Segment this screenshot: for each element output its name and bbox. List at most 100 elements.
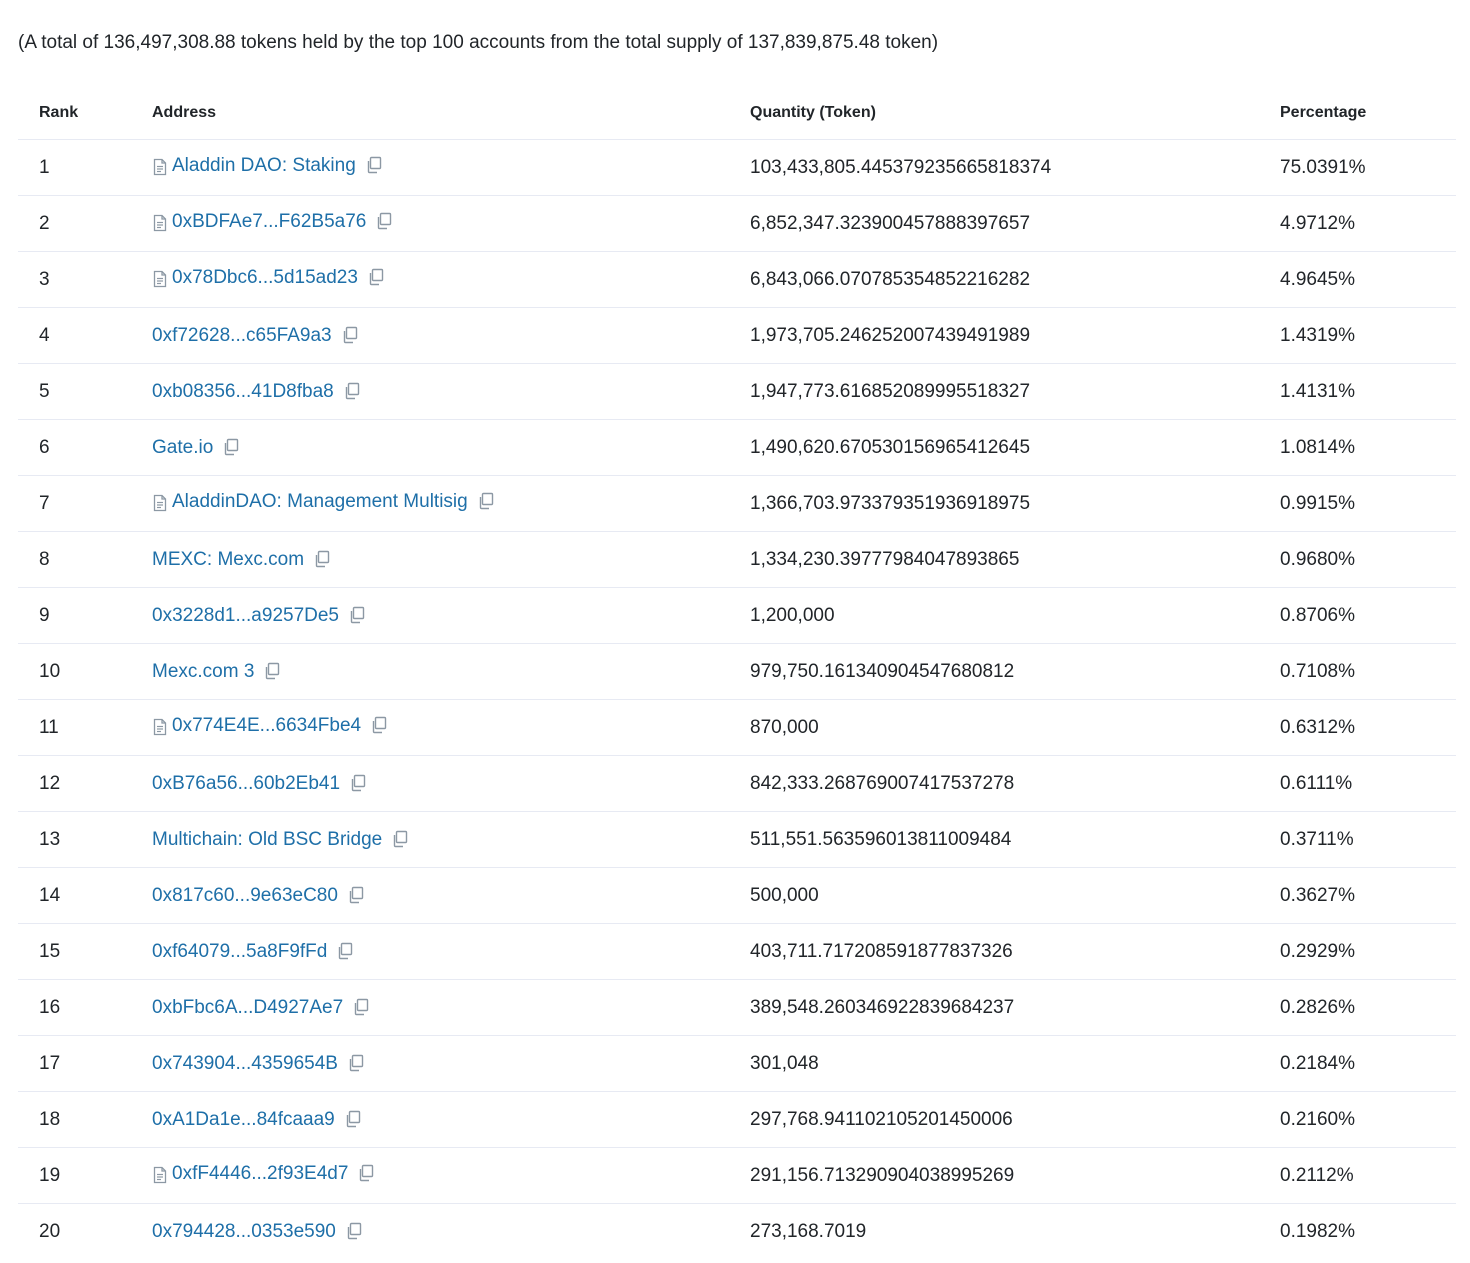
rank-cell: 17: [18, 1035, 152, 1092]
table-row: 13 Multichain: Old BSC Bridge 511,551.56…: [18, 811, 1456, 868]
copy-icon[interactable]: [347, 605, 367, 625]
address-link[interactable]: AladdinDAO: Management Multisig: [172, 491, 468, 513]
copy-icon[interactable]: [374, 211, 394, 231]
address-link[interactable]: 0xBDFAe7...F62B5a76: [172, 211, 366, 233]
address-link[interactable]: MEXC: Mexc.com: [152, 549, 304, 571]
percentage-header: Percentage: [1280, 86, 1456, 140]
address-link[interactable]: Aladdin DAO: Staking: [172, 155, 356, 177]
address-link[interactable]: 0x817c60...9e63eC80: [152, 885, 338, 907]
address-link[interactable]: Multichain: Old BSC Bridge: [152, 829, 382, 851]
address-cell: 0x3228d1...a9257De5: [152, 587, 750, 644]
copy-icon[interactable]: [346, 1053, 366, 1073]
quantity-cell: 297,768.941102105201450006: [750, 1091, 1280, 1148]
address-link[interactable]: 0x794428...0353e590: [152, 1221, 336, 1243]
quantity-cell: 1,334,230.39777984047893865: [750, 531, 1280, 588]
table-row: 12 0xB76a56...60b2Eb41 842,333.268769007…: [18, 755, 1456, 812]
rank-cell: 10: [18, 643, 152, 700]
copy-icon[interactable]: [348, 773, 368, 793]
address-link[interactable]: 0x774E4E...6634Fbe4: [172, 715, 361, 737]
quantity-cell: 1,490,620.670530156965412645: [750, 419, 1280, 476]
rank-cell: 11: [18, 699, 152, 756]
percentage-cell: 4.9645%: [1280, 251, 1456, 308]
rank-cell: 20: [39, 1220, 61, 1242]
table-row: 17 0x743904...4359654B 301,048 0.2184%: [18, 1035, 1456, 1092]
table-row: 18 0xA1Da1e...84fcaaa9 297,768.941102105…: [18, 1091, 1456, 1148]
copy-icon[interactable]: [356, 1163, 376, 1183]
address-cell: Gate.io: [152, 419, 750, 476]
copy-icon[interactable]: [346, 885, 366, 905]
percentage-cell: 0.6312%: [1280, 699, 1456, 756]
quantity-cell: 403,711.717208591877837326: [750, 923, 1280, 980]
rank-cell: 19: [18, 1147, 152, 1204]
copy-icon[interactable]: [390, 829, 410, 849]
copy-icon[interactable]: [366, 267, 386, 287]
quantity-cell: 301,048: [750, 1035, 1280, 1092]
contract-file-icon: [152, 1166, 168, 1184]
copy-icon[interactable]: [343, 1109, 363, 1129]
address-link[interactable]: Gate.io: [152, 437, 213, 459]
table-row: 10 Mexc.com 3 979,750.161340904547680812…: [18, 643, 1456, 700]
quantity-cell: 979,750.161340904547680812: [750, 643, 1280, 700]
copy-icon[interactable]: [476, 491, 496, 511]
table-row: 16 0xbFbc6A...D4927Ae7 389,548.260346922…: [18, 979, 1456, 1036]
holders-summary: (A total of 136,497,308.88 tokens held b…: [18, 32, 939, 53]
rank-cell: 18: [18, 1091, 152, 1148]
percentage-cell: 0.9915%: [1280, 475, 1456, 532]
address-cell: 0x817c60...9e63eC80: [152, 867, 750, 924]
address-link[interactable]: 0x78Dbc6...5d15ad23: [172, 267, 358, 289]
copy-icon[interactable]: [344, 1221, 364, 1241]
address-link[interactable]: 0x743904...4359654B: [152, 1053, 338, 1075]
address-link[interactable]: 0xb08356...41D8fba8: [152, 381, 334, 403]
table-row: 4 0xf72628...c65FA9a3 1,973,705.24625200…: [18, 307, 1456, 364]
address-link[interactable]: 0xbFbc6A...D4927Ae7: [152, 997, 343, 1019]
table-row: 6 Gate.io 1,490,620.670530156965412645 1…: [18, 419, 1456, 476]
address-cell: 0xB76a56...60b2Eb41: [152, 755, 750, 812]
address-cell: 0xb08356...41D8fba8: [152, 363, 750, 420]
copy-icon[interactable]: [312, 549, 332, 569]
rank-cell: 6: [18, 419, 152, 476]
quantity-cell: 103,433,805.445379235665818374: [750, 139, 1280, 196]
copy-icon[interactable]: [364, 155, 384, 175]
percentage-cell: 0.3711%: [1280, 811, 1456, 868]
quantity-cell: 1,973,705.246252007439491989: [750, 307, 1280, 364]
address-link[interactable]: 0xf72628...c65FA9a3: [152, 325, 332, 347]
percentage-cell: 1.4319%: [1280, 307, 1456, 364]
quantity-cell: 1,947,773.616852089995518327: [750, 363, 1280, 420]
table-row: 5 0xb08356...41D8fba8 1,947,773.61685208…: [18, 363, 1456, 420]
copy-icon[interactable]: [335, 941, 355, 961]
rank-cell: 14: [18, 867, 152, 924]
address-link[interactable]: 0xf64079...5a8F9fFd: [152, 941, 327, 963]
copy-icon[interactable]: [342, 381, 362, 401]
copy-icon[interactable]: [369, 715, 389, 735]
address-link[interactable]: 0x3228d1...a9257De5: [152, 605, 339, 627]
table-row: 7 AladdinDAO: Management Multisig 1,366,…: [18, 475, 1456, 532]
address-link[interactable]: 0xfF4446...2f93E4d7: [172, 1163, 348, 1185]
address-cell: 0xA1Da1e...84fcaaa9: [152, 1091, 750, 1148]
address-link[interactable]: 0xA1Da1e...84fcaaa9: [152, 1109, 335, 1131]
address-cell: 0xfF4446...2f93E4d7: [152, 1147, 750, 1204]
address-cell: 0xBDFAe7...F62B5a76: [152, 195, 750, 252]
table-row: 3 0x78Dbc6...5d15ad23 6,843,066.07078535…: [18, 251, 1456, 308]
address-header: Address: [152, 86, 750, 140]
address-cell: 0x743904...4359654B: [152, 1035, 750, 1092]
percentage-cell: 1.4131%: [1280, 363, 1456, 420]
address-cell: 0x78Dbc6...5d15ad23: [152, 251, 750, 308]
address-link[interactable]: 0xB76a56...60b2Eb41: [152, 773, 340, 795]
address-cell: MEXC: Mexc.com: [152, 531, 750, 588]
rank-cell: 1: [18, 139, 152, 196]
rank-cell: 3: [18, 251, 152, 308]
address-cell: Aladdin DAO: Staking: [152, 139, 750, 196]
copy-icon[interactable]: [351, 997, 371, 1017]
rank-cell: 2: [18, 195, 152, 252]
copy-icon[interactable]: [221, 437, 241, 457]
table-row: 20 0x794428...0353e590 273,168.7019 0.19…: [18, 1204, 1456, 1260]
table-row: 2 0xBDFAe7...F62B5a76 6,852,347.32390045…: [18, 195, 1456, 252]
table-row: 1 Aladdin DAO: Staking 103,433,805.44537…: [18, 139, 1456, 196]
rank-cell: 7: [18, 475, 152, 532]
copy-icon[interactable]: [340, 325, 360, 345]
copy-icon[interactable]: [262, 661, 282, 681]
table-row: 9 0x3228d1...a9257De5 1,200,000 0.8706%: [18, 587, 1456, 644]
address-link[interactable]: Mexc.com 3: [152, 661, 254, 683]
table-row: 15 0xf64079...5a8F9fFd 403,711.717208591…: [18, 923, 1456, 980]
address-cell: 0xf64079...5a8F9fFd: [152, 923, 750, 980]
